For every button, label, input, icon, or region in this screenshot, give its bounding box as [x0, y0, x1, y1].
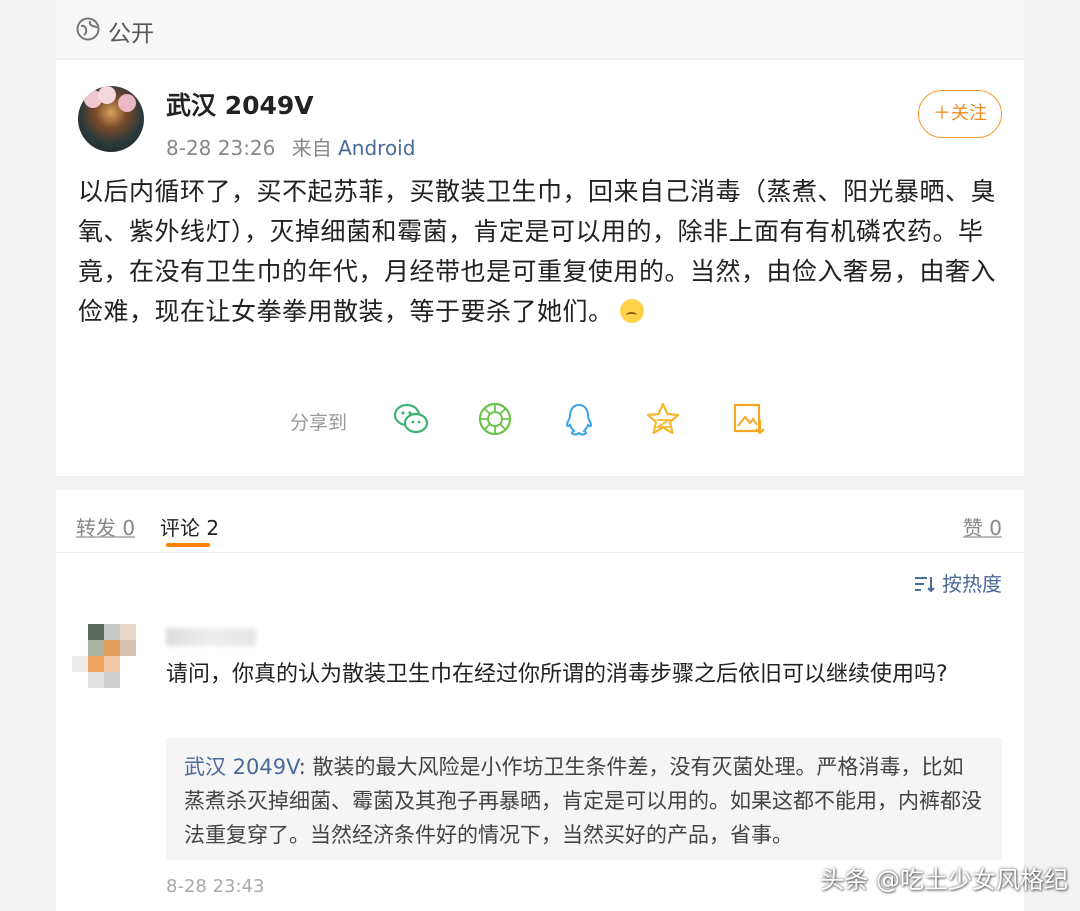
sort-label: 按热度	[942, 572, 1002, 596]
post-time: 8-28 23:26	[166, 136, 276, 160]
visibility-label: 公开	[108, 21, 154, 47]
comment-time: 8-28 23:43	[166, 876, 265, 897]
save-image-icon[interactable]	[730, 400, 768, 438]
globe-icon	[76, 17, 100, 41]
reply-colon: :	[298, 755, 313, 779]
post-body: 以后内循环了，买不起苏菲，买散装卫生巾，回来自己消毒（蒸煮、阳光暴晒、臭氧、紫外…	[78, 172, 1008, 332]
author-name[interactable]: 武汉 2049V	[166, 86, 314, 122]
tab-repost[interactable]: 转发 0	[76, 512, 135, 541]
post-source[interactable]: Android	[338, 136, 415, 160]
visibility-bar: 公开	[56, 0, 1024, 58]
share-label: 分享到	[290, 412, 348, 434]
sleepy-emoji-icon	[619, 299, 644, 323]
commenter-name-blurred[interactable]	[166, 628, 256, 646]
post-meta: 8-28 23:26 来自 Android	[166, 132, 415, 161]
comments-card: 转发 0 评论 2 赞 0 按热度 请问，你真的认为散装卫生巾在经过你所谓的消毒…	[56, 490, 1024, 911]
tab-like[interactable]: 赞 0	[963, 512, 1002, 541]
active-tab-indicator	[166, 543, 210, 547]
tab-comment[interactable]: 评论 2	[160, 512, 219, 541]
post-text: 以后内循环了，买不起苏菲，买散装卫生巾，回来自己消毒（蒸煮、阳光暴晒、臭氧、紫外…	[78, 177, 997, 326]
qq-icon[interactable]	[560, 400, 598, 438]
post-card: 武汉 2049V 8-28 23:26 来自 Android ＋关注 以后内循环…	[56, 60, 1024, 476]
reply-author[interactable]: 武汉 2049V	[184, 755, 299, 779]
comment-text: 请问，你真的认为散装卫生巾在经过你所谓的消毒步骤之后依旧可以继续使用吗?	[166, 662, 948, 687]
reply-box[interactable]: 武汉 2049V: 散装的最大风险是小作坊卫生条件差，没有灭菌处理。严格消毒，比…	[166, 738, 1002, 860]
moments-icon[interactable]	[476, 400, 514, 438]
sort-button[interactable]: 按热度	[914, 568, 1002, 597]
watermark: 头条 @吃土少女风格纪	[820, 866, 1068, 894]
follow-button[interactable]: ＋关注	[918, 90, 1002, 138]
author-avatar[interactable]	[78, 86, 144, 152]
sort-icon	[915, 577, 935, 592]
divider	[56, 552, 1024, 553]
commenter-avatar[interactable]	[72, 620, 136, 688]
source-prefix: 来自	[291, 136, 332, 160]
qzone-icon[interactable]	[644, 400, 682, 438]
wechat-icon[interactable]	[392, 400, 430, 438]
